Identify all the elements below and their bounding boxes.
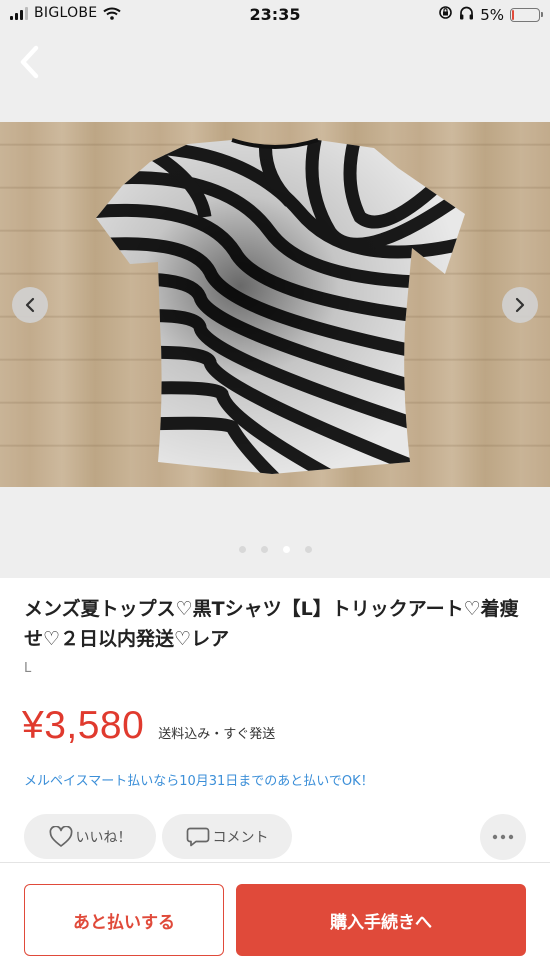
carousel-prev-button[interactable] [12, 287, 48, 323]
carousel-dot[interactable] [238, 546, 246, 553]
merpay-link[interactable]: メルペイスマート払いなら10月31日までのあと払いでOK！ [24, 770, 374, 789]
tshirt-illustration [96, 138, 465, 474]
chevron-left-icon [25, 297, 35, 313]
like-button[interactable]: いいね！ [24, 814, 156, 859]
carousel-dot[interactable] [304, 546, 312, 553]
rotation-lock-icon [438, 5, 453, 24]
more-dots-icon [492, 834, 514, 840]
comment-button[interactable]: コメント [162, 814, 292, 859]
purchase-button[interactable]: 購入手続きへ [236, 884, 526, 956]
comment-label: コメント [212, 829, 269, 846]
product-image[interactable] [0, 122, 550, 487]
carousel-dot[interactable] [260, 546, 268, 553]
battery-percent: 5% [480, 5, 504, 24]
pay-later-button[interactable]: あと払いする [24, 884, 224, 956]
more-button[interactable] [480, 814, 526, 860]
carousel-dot[interactable] [282, 546, 290, 553]
product-title: メンズ夏トップス♡黒Tシャツ【L】トリックアート♡着痩せ♡２日以内発送♡レア [24, 598, 519, 650]
like-label: いいね！ [75, 829, 132, 846]
price-row: ¥3,580 送料込み・すぐ発送 [22, 703, 275, 749]
status-right: 5% [438, 5, 543, 24]
carousel-next-button[interactable] [502, 287, 538, 323]
product-size: L [24, 661, 32, 676]
back-chevron-icon [20, 45, 39, 79]
back-button[interactable] [10, 42, 50, 82]
battery-icon [510, 7, 543, 22]
carousel-indicator [0, 546, 550, 553]
comment-icon [186, 827, 209, 846]
battery-fill [512, 9, 514, 20]
status-bar: BIGLOBE 23:35 5% [0, 0, 550, 32]
product-price: ¥3,580 [22, 704, 145, 747]
heart-icon [49, 825, 72, 847]
headphones-icon [459, 6, 474, 24]
chevron-right-icon [515, 297, 525, 313]
shipping-note: 送料込み・すぐ発送 [158, 727, 276, 742]
